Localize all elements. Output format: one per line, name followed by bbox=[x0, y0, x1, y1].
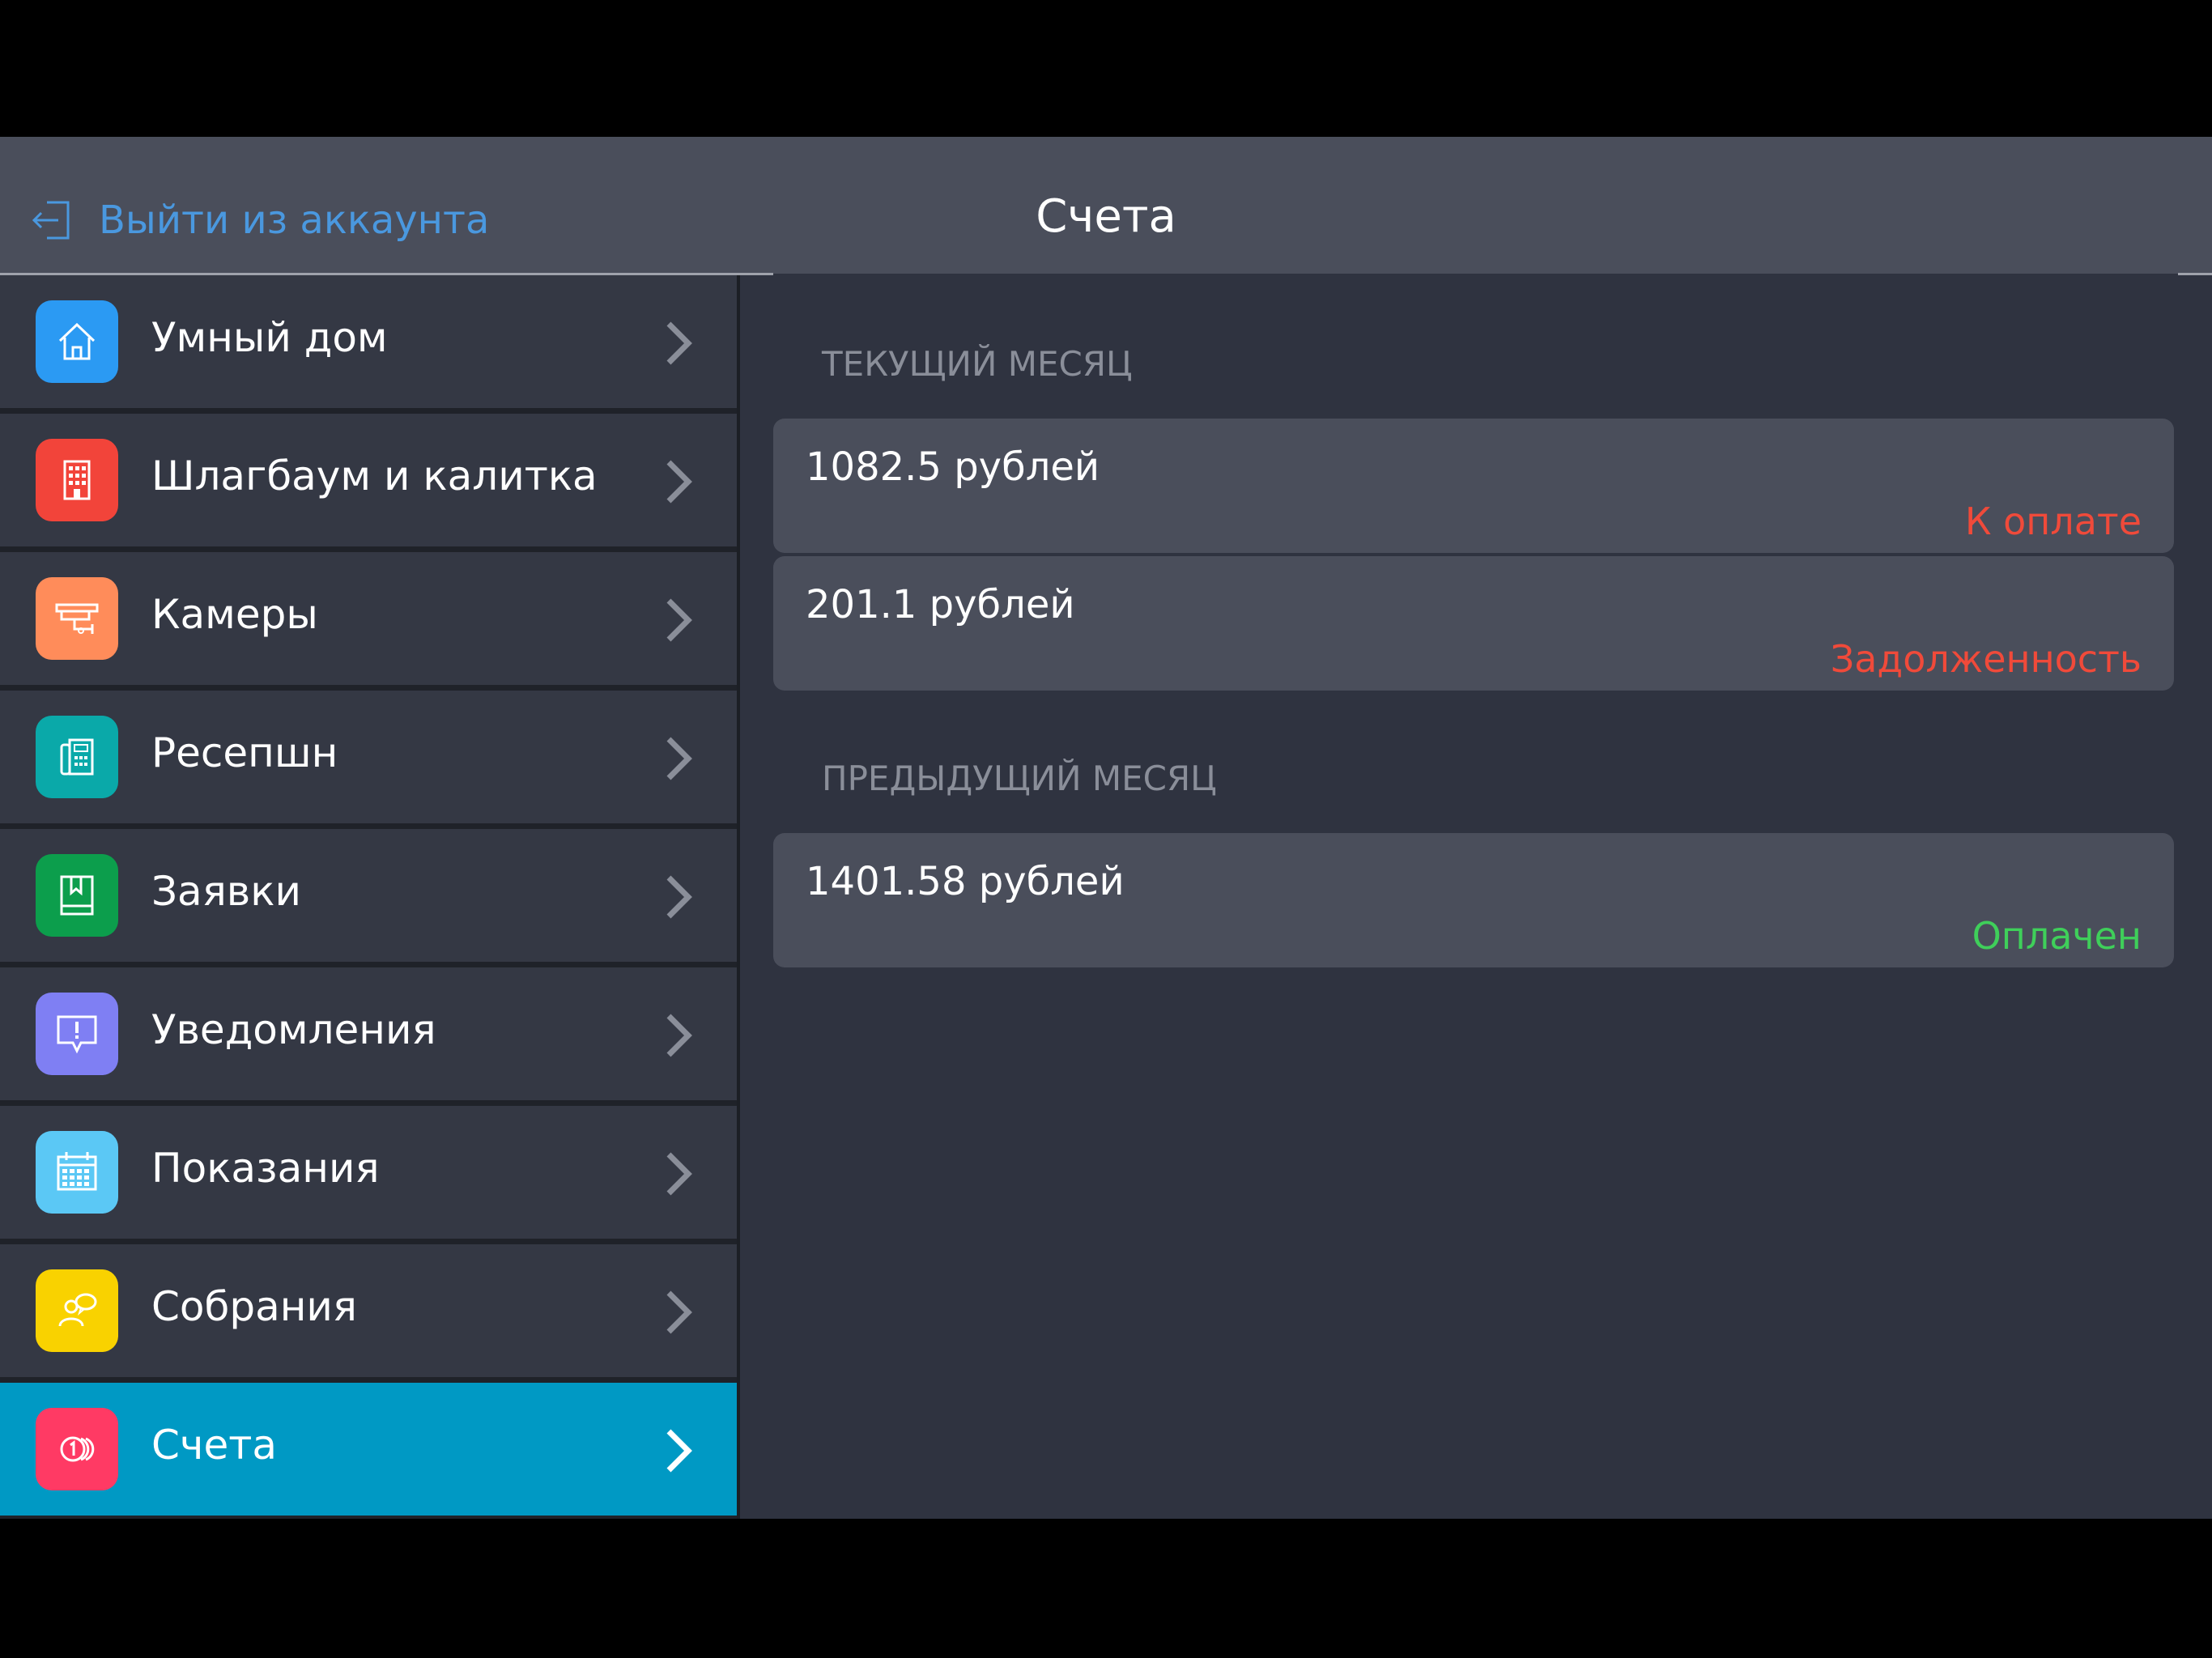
sidebar-item-smart-home[interactable]: Умный дом bbox=[0, 275, 737, 408]
chevron-right-icon bbox=[666, 1014, 692, 1057]
bill-card[interactable]: 1082.5 рублей К оплате bbox=[773, 419, 2174, 553]
bill-card[interactable]: 1401.58 рублей Оплачен bbox=[773, 833, 2174, 967]
sidebar-item-barrier-gate[interactable]: Шлагбаум и калитка bbox=[0, 414, 737, 546]
bill-status: Задолженность bbox=[1830, 637, 2142, 681]
sidebar-menu: Умный дом Шлагбаум и калитка Камеры Ресе… bbox=[0, 275, 737, 1519]
section-header-current-month: ТЕКУЩИЙ МЕСЯЦ bbox=[822, 344, 1133, 384]
sidebar-item-notifications[interactable]: Уведомления bbox=[0, 967, 737, 1100]
page-title: Счета bbox=[1036, 190, 1176, 243]
section-header-previous-month: ПРЕДЫДУЩИЙ МЕСЯЦ bbox=[822, 759, 1217, 798]
sidebar-item-label: Камеры bbox=[151, 591, 318, 638]
sidebar-item-meter-readings[interactable]: Показания bbox=[0, 1106, 737, 1239]
chevron-right-icon bbox=[666, 875, 692, 919]
camera-icon bbox=[36, 577, 118, 660]
bill-card[interactable]: 201.1 рублей Задолженность bbox=[773, 556, 2174, 691]
bill-amount: 201.1 рублей bbox=[806, 582, 1075, 627]
bill-status: Оплачен bbox=[1972, 914, 2142, 958]
bill-amount: 1401.58 рублей bbox=[806, 859, 1125, 904]
app-window: Выйти из аккаунта Счета Умный дом Шлагба… bbox=[0, 137, 2212, 1519]
sidebar-divider bbox=[737, 275, 740, 1519]
chevron-right-icon bbox=[666, 1429, 692, 1473]
chevron-right-icon bbox=[666, 1152, 692, 1196]
chevron-right-icon bbox=[666, 598, 692, 642]
chevron-right-icon bbox=[666, 321, 692, 365]
alert-bubble-icon bbox=[36, 993, 118, 1075]
sidebar-item-label: Заявки bbox=[151, 868, 301, 915]
sidebar-item-meetings[interactable]: Собрания bbox=[0, 1244, 737, 1377]
sidebar-item-label: Ресепшн bbox=[151, 729, 338, 776]
chevron-right-icon bbox=[666, 737, 692, 780]
top-letterbox bbox=[0, 0, 2212, 137]
sidebar-item-bills[interactable]: Счета bbox=[0, 1383, 737, 1516]
people-chat-icon bbox=[36, 1269, 118, 1352]
bottom-letterbox bbox=[0, 1519, 2212, 1658]
sidebar-item-label: Счета bbox=[151, 1422, 277, 1469]
reception-phone-icon bbox=[36, 716, 118, 798]
header-divider bbox=[2178, 273, 2212, 275]
sidebar-item-label: Уведомления bbox=[151, 1006, 436, 1053]
logout-button[interactable]: Выйти из аккаунта bbox=[29, 193, 489, 247]
bookmark-book-icon bbox=[36, 854, 118, 937]
chevron-right-icon bbox=[666, 1290, 692, 1334]
sidebar-item-label: Умный дом bbox=[151, 314, 388, 361]
sidebar-item-reception[interactable]: Ресепшн bbox=[0, 691, 737, 823]
bill-amount: 1082.5 рублей bbox=[806, 444, 1100, 490]
logout-icon bbox=[32, 201, 70, 240]
calendar-grid-icon bbox=[36, 1131, 118, 1214]
sidebar-item-requests[interactable]: Заявки bbox=[0, 829, 737, 962]
home-icon bbox=[36, 300, 118, 383]
sidebar-item-label: Шлагбаум и калитка bbox=[151, 453, 598, 500]
navigation-bar: Выйти из аккаунта Счета bbox=[0, 137, 2212, 274]
sidebar-item-label: Собрания bbox=[151, 1283, 357, 1330]
sidebar-item-label: Показания bbox=[151, 1145, 380, 1192]
bill-status: К оплате bbox=[1964, 500, 2142, 543]
coins-icon bbox=[36, 1408, 118, 1490]
sidebar-item-cameras[interactable]: Камеры bbox=[0, 552, 737, 685]
chevron-right-icon bbox=[666, 460, 692, 504]
building-icon bbox=[36, 439, 118, 521]
logout-label: Выйти из аккаунта bbox=[99, 198, 490, 243]
